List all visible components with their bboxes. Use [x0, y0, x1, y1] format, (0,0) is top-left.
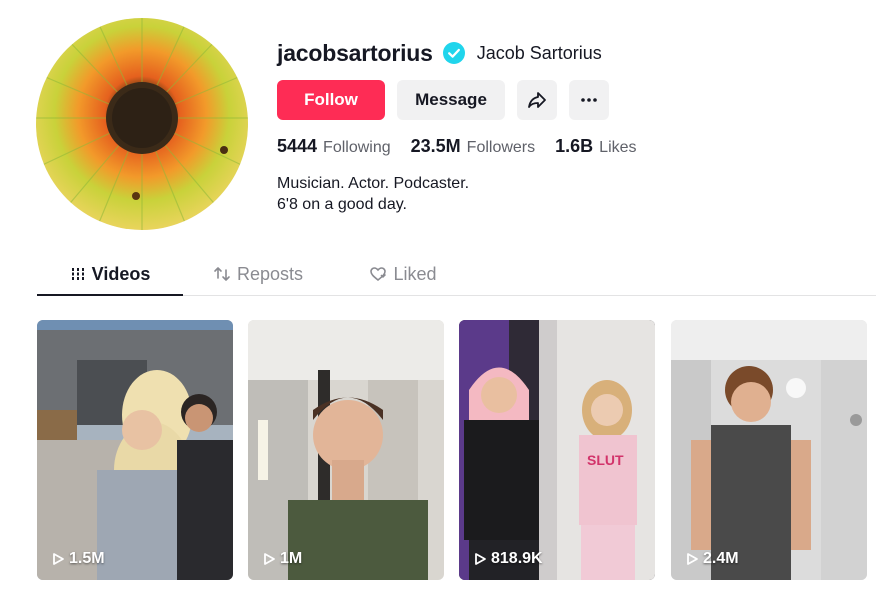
liked-heart-icon — [370, 267, 387, 282]
follow-button[interactable]: Follow — [277, 80, 385, 120]
profile-tabs: Videos Reposts Liked — [37, 254, 876, 296]
tab-liked-label: Liked — [393, 263, 437, 284]
play-icon — [264, 553, 275, 565]
more-options-button[interactable] — [569, 80, 609, 120]
view-count: 2.4M — [685, 550, 739, 568]
video-thumbnail — [671, 320, 867, 580]
followers-stat[interactable]: 23.5M Followers — [411, 136, 536, 157]
name-row: jacobsartorius Jacob Sartorius — [277, 36, 657, 70]
view-count-text: 1M — [280, 550, 303, 567]
followers-count: 23.5M — [410, 136, 461, 156]
view-count: 818.9K — [473, 550, 543, 568]
likes-stat: 1.6B Likes — [555, 136, 636, 157]
username: jacobsartorius — [277, 39, 433, 66]
view-count-text: 2.4M — [703, 550, 739, 567]
profile-header: jacobsartorius Jacob Sartorius Follow Me… — [277, 36, 657, 215]
active-tab-indicator — [37, 294, 183, 296]
profile-avatar[interactable] — [36, 18, 248, 230]
play-icon — [687, 553, 698, 565]
more-icon — [581, 98, 597, 102]
tab-videos-label: Videos — [91, 263, 151, 284]
svg-text:SLUT: SLUT — [587, 452, 624, 468]
nickname: Jacob Sartorius — [476, 42, 602, 63]
following-stat[interactable]: 5444 Following — [277, 136, 391, 157]
tab-reposts-label: Reposts — [236, 263, 304, 284]
share-button[interactable] — [517, 80, 557, 120]
video-card[interactable]: 1M — [248, 320, 444, 580]
view-count: 1.5M — [51, 550, 105, 568]
video-card[interactable]: 2.4M — [671, 320, 867, 580]
following-count: 5444 — [277, 136, 318, 156]
video-card[interactable]: SLUT 818.9K — [459, 320, 655, 580]
profile-bio: Musician. Actor. Podcaster. 6'8 on a goo… — [277, 173, 657, 215]
likes-count: 1.6B — [555, 136, 594, 156]
repost-icon — [214, 267, 230, 281]
avatar-eye-image — [36, 18, 248, 230]
view-count-text: 818.9K — [491, 550, 543, 567]
view-count-text: 1.5M — [69, 550, 105, 567]
following-label: Following — [323, 139, 391, 156]
video-thumbnail: SLUT — [459, 320, 655, 580]
likes-label: Likes — [599, 139, 637, 156]
profile-stats: 5444 Following 23.5M Followers 1.6B Like… — [277, 136, 657, 157]
followers-label: Followers — [466, 139, 536, 156]
action-buttons: Follow Message — [277, 80, 657, 120]
play-icon — [475, 553, 486, 565]
bio-line: 6'8 on a good day. — [277, 196, 407, 213]
verified-badge-icon — [442, 42, 465, 64]
tab-liked[interactable]: Liked — [333, 254, 473, 294]
video-thumbnail — [37, 320, 233, 580]
view-count: 1M — [262, 550, 302, 568]
share-icon — [528, 92, 546, 108]
play-icon — [53, 553, 64, 565]
bio-line: Musician. Actor. Podcaster. — [277, 175, 470, 192]
video-thumbnail — [248, 320, 444, 580]
tab-videos[interactable]: Videos — [37, 254, 183, 294]
videos-grid-icon — [70, 268, 85, 280]
video-card[interactable]: 1.5M — [37, 320, 233, 580]
tab-reposts[interactable]: Reposts — [183, 254, 333, 294]
message-button[interactable]: Message — [397, 80, 505, 120]
